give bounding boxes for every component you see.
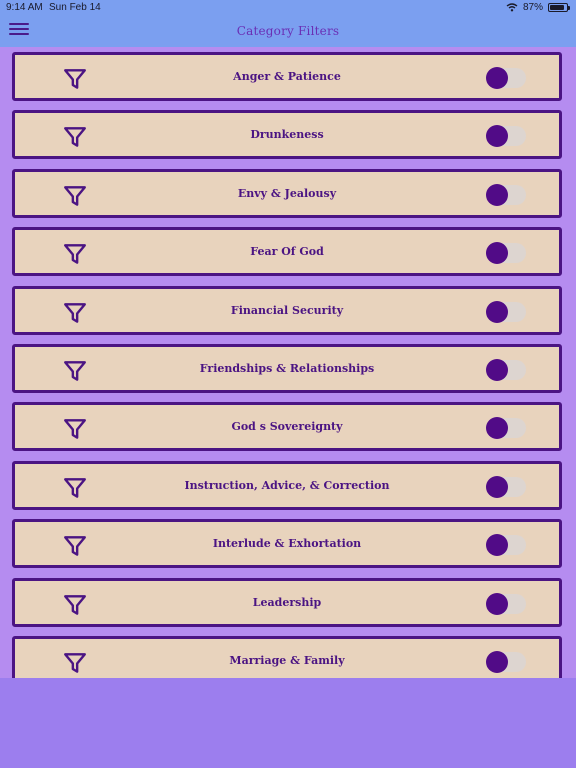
filter-icon [64, 653, 86, 673]
filter-icon [64, 302, 86, 323]
filter-icon [64, 244, 86, 265]
category-row[interactable]: Interlude & Exhortation [12, 519, 562, 569]
wifi-icon [506, 3, 518, 12]
filter-icon [64, 594, 86, 615]
category-label: Instruction, Advice, & Correction [184, 478, 390, 492]
filter-icon [64, 185, 86, 206]
category-toggle[interactable] [486, 651, 526, 673]
toggle-knob [486, 183, 508, 206]
battery-icon [548, 3, 570, 12]
toggle-knob [486, 125, 508, 148]
category-toggle[interactable] [486, 534, 526, 557]
category-label: Drunkeness [250, 128, 324, 142]
category-toggle[interactable] [486, 475, 526, 498]
category-label: Envy & Jealousy [237, 186, 337, 200]
category-list[interactable]: Anger & Patience Drunkeness Envy & Jealous… [0, 47, 576, 678]
category-row[interactable]: God s Sovereignty [12, 402, 562, 452]
category-toggle[interactable] [486, 67, 526, 89]
category-toggle[interactable] [486, 592, 526, 615]
category-label: Marriage & Family [229, 654, 345, 667]
category-row[interactable]: Drunkeness [12, 110, 562, 160]
status-time: 9:14 AM [6, 2, 43, 13]
category-toggle[interactable] [486, 183, 526, 206]
category-toggle[interactable] [486, 242, 526, 265]
category-row[interactable]: Leadership [12, 577, 562, 627]
category-row[interactable]: Fear Of God [12, 227, 562, 277]
filter-icon [64, 419, 86, 440]
toggle-knob [486, 475, 508, 498]
status-right: 87% [506, 2, 570, 13]
filter-icon [64, 536, 86, 557]
bottom-background [0, 678, 576, 768]
category-row[interactable]: Marriage & Family [12, 636, 562, 678]
toggle-knob [486, 242, 508, 265]
toggle-knob [486, 300, 508, 323]
toggle-knob [486, 592, 508, 615]
category-row[interactable]: Instruction, Advice, & Correction [12, 460, 562, 510]
category-toggle[interactable] [486, 125, 526, 148]
page-title: Category Filters [236, 24, 340, 38]
category-label: Financial Security [230, 303, 344, 317]
toggle-knob [486, 534, 508, 557]
category-label: Friendships & Relationships [199, 362, 375, 375]
category-toggle[interactable] [486, 417, 526, 440]
category-row[interactable]: Anger & Patience [12, 52, 562, 101]
filter-icon [64, 127, 86, 148]
category-row[interactable]: Financial Security [12, 285, 562, 335]
filter-icon [64, 477, 86, 498]
category-row[interactable]: Envy & Jealousy [12, 168, 562, 218]
category-label: Anger & Patience [233, 70, 341, 83]
status-bar: 9:14 AM Sun Feb 14 87% [0, 0, 576, 16]
category-label: Interlude & Exhortation [212, 537, 362, 551]
category-row[interactable]: Friendships & Relationships [12, 344, 562, 393]
nav-bar: Category Filters [0, 16, 576, 47]
filter-icon [64, 69, 86, 89]
battery-percent: 87% [522, 2, 543, 13]
status-date: Sun Feb 14 [49, 2, 101, 13]
category-toggle[interactable] [486, 359, 526, 381]
category-toggle[interactable] [486, 300, 526, 323]
category-label: Fear Of God [250, 245, 324, 259]
toggle-knob [486, 417, 508, 440]
toggle-knob [486, 67, 508, 89]
toggle-knob [486, 359, 508, 381]
filter-icon [64, 361, 86, 381]
category-label: God s Sovereignty [231, 420, 343, 434]
toggle-knob [486, 651, 508, 673]
category-label: Leadership [252, 595, 322, 609]
